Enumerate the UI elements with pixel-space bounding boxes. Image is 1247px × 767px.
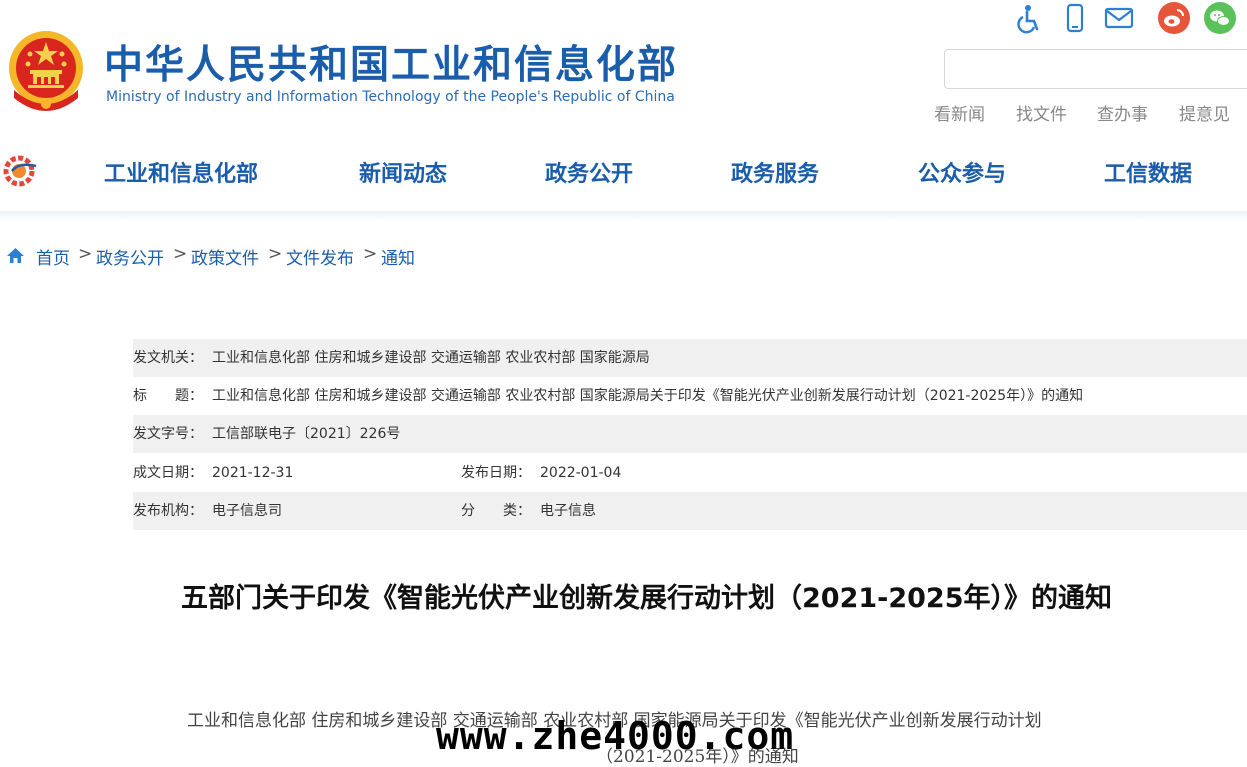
weibo-icon[interactable] <box>1158 2 1190 34</box>
quick-link-documents[interactable]: 找文件 <box>1016 100 1067 125</box>
info-row-doc-number: 发文字号： 工信部联电子〔2021〕226号 <box>133 415 1247 453</box>
info-label: 发布机构： <box>133 503 203 519</box>
breadcrumb-home[interactable]: 首页 <box>36 244 70 269</box>
breadcrumb-separator: > <box>78 244 93 264</box>
national-emblem-icon <box>9 31 83 111</box>
nav-item-ministry[interactable]: 工业和信息化部 <box>104 156 258 188</box>
info-label: 成文日期： <box>133 465 203 481</box>
breadcrumb-separator: > <box>363 244 378 264</box>
info-value: 工业和信息化部 住房和城乡建设部 交通运输部 农业农村部 国家能源局关于印发《智… <box>212 388 1084 404</box>
info-row-agency: 发布机构： 电子信息司 分 类： 电子信息 <box>133 492 1247 530</box>
accessibility-icon[interactable] <box>1012 2 1044 34</box>
info-value: 2022-01-04 <box>540 465 622 481</box>
quick-link-feedback[interactable]: 提意见 <box>1179 100 1230 125</box>
nav-item-participation[interactable]: 公众参与 <box>918 156 1006 188</box>
info-value: 电子信息 <box>540 503 596 519</box>
breadcrumb-government-affairs[interactable]: 政务公开 <box>96 244 164 269</box>
mobile-icon[interactable] <box>1059 2 1091 34</box>
info-label: 发文字号： <box>133 426 203 442</box>
miit-logo-icon <box>3 155 37 187</box>
info-label: 发布日期： <box>461 465 531 481</box>
info-value: 2021-12-31 <box>212 465 294 481</box>
breadcrumb-separator: > <box>173 244 188 264</box>
quick-link-news[interactable]: 看新闻 <box>934 100 985 125</box>
breadcrumb-file-release[interactable]: 文件发布 <box>286 244 354 269</box>
info-row-title: 标 题： 工业和信息化部 住房和城乡建设部 交通运输部 农业农村部 国家能源局关… <box>133 377 1247 415</box>
nav-item-services[interactable]: 政务服务 <box>731 156 819 188</box>
info-row-dates: 成文日期： 2021-12-31 发布日期： 2022-01-04 <box>133 454 1247 492</box>
site-title: 中华人民共和国工业和信息化部 <box>104 43 679 88</box>
quick-link-services[interactable]: 查办事 <box>1097 100 1148 125</box>
info-label: 标 题： <box>133 388 203 404</box>
breadcrumb-notice[interactable]: 通知 <box>381 244 415 269</box>
nav-divider <box>0 211 1247 223</box>
site-subtitle: Ministry of Industry and Information Tec… <box>106 89 675 105</box>
search-input[interactable] <box>944 49 1247 89</box>
mail-icon[interactable] <box>1103 2 1135 34</box>
home-icon[interactable] <box>6 247 25 264</box>
breadcrumb-policy-documents[interactable]: 政策文件 <box>191 244 259 269</box>
info-label: 发文机关： <box>133 350 203 366</box>
info-value: 电子信息司 <box>212 503 282 519</box>
wechat-icon[interactable] <box>1204 2 1236 34</box>
watermark-text: www.zhe4000.com <box>436 714 795 758</box>
breadcrumb-separator: > <box>268 244 283 264</box>
info-row-issuer: 发文机关： 工业和信息化部 住房和城乡建设部 交通运输部 农业农村部 国家能源局 <box>133 339 1247 377</box>
article-title: 五部门关于印发《智能光伏产业创新发展行动计划（2021-2025年）》的通知 <box>181 583 1112 614</box>
nav-item-government-affairs[interactable]: 政务公开 <box>545 156 633 188</box>
nav-item-data[interactable]: 工信数据 <box>1104 156 1192 188</box>
nav-item-news[interactable]: 新闻动态 <box>359 156 447 188</box>
info-label: 分 类： <box>461 503 531 519</box>
info-value: 工信部联电子〔2021〕226号 <box>212 426 401 442</box>
info-value: 工业和信息化部 住房和城乡建设部 交通运输部 农业农村部 国家能源局 <box>212 350 650 366</box>
